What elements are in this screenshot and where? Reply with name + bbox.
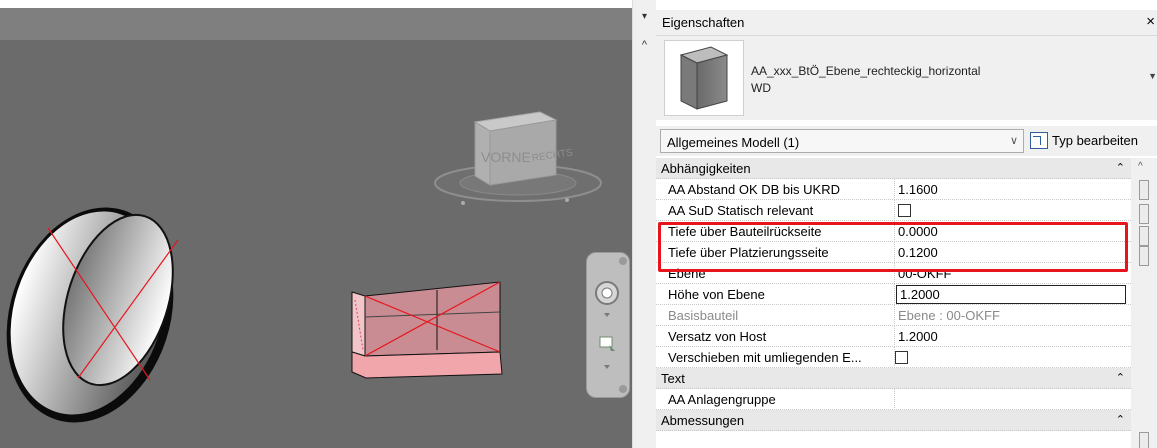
collapse-icon[interactable]: ⌃	[1116, 410, 1125, 431]
instance-filter-row: Allgemeines Modell (1) ∨ Typ bearbeiten	[656, 126, 1157, 156]
scroll-menu-icon[interactable]: ▾	[639, 12, 650, 22]
type-name: AA_xxx_BtÖ_Ebene_rechteckig_horizontal W…	[751, 63, 980, 97]
instance-filter-dropdown[interactable]: Allgemeines Modell (1) ∨	[660, 129, 1024, 153]
annotation-highlight-box	[658, 222, 1128, 272]
property-value[interactable]	[895, 200, 1131, 221]
scroll-thumb[interactable]	[1139, 432, 1149, 448]
group-header[interactable]: Abhängigkeiten ⌃	[656, 158, 1131, 179]
type-selector[interactable]: AA_xxx_BtÖ_Ebene_rechteckig_horizontal W…	[656, 36, 1157, 120]
property-row[interactable]: AA Abstand OK DB bis UKRD 1.1600	[656, 179, 1131, 200]
property-label: Höhe von Ebene	[656, 284, 895, 305]
collapse-icon[interactable]: ⌃	[1116, 368, 1125, 389]
3d-viewport[interactable]: VORNE RECHTS	[0, 0, 632, 448]
close-icon[interactable]: ×	[1146, 13, 1155, 30]
scroll-thumb[interactable]	[1139, 246, 1149, 266]
viewport-scrollbar[interactable]: ▾ ^	[632, 0, 656, 448]
scroll-thumb[interactable]	[1139, 180, 1149, 200]
chevron-down-icon[interactable]: ∨	[1010, 134, 1018, 147]
property-row[interactable]: Basisbauteil Ebene : 00-OKFF	[656, 305, 1131, 326]
collapse-icon[interactable]: ⌃	[1116, 158, 1125, 179]
scroll-thumb[interactable]	[1139, 226, 1149, 246]
group-label: Text	[661, 371, 685, 386]
property-label: AA Abstand OK DB bis UKRD	[656, 179, 895, 200]
property-label: Basisbauteil	[656, 305, 895, 326]
property-label: AA SuD Statisch relevant	[656, 200, 895, 221]
chevron-down-icon[interactable]	[604, 313, 610, 317]
settings-icon[interactable]	[619, 385, 627, 393]
zoom-window-icon[interactable]	[599, 336, 613, 348]
property-row[interactable]: Höhe von Ebene 1.2000	[656, 284, 1131, 305]
viewport-canvas[interactable]: VORNE RECHTS	[0, 0, 632, 448]
properties-scrollbar[interactable]: ^	[1131, 158, 1157, 448]
property-value[interactable]	[895, 389, 1131, 410]
property-value-editor[interactable]: 1.2000	[896, 285, 1126, 304]
navigation-bar[interactable]	[586, 252, 630, 398]
property-label: Versatz von Host	[656, 326, 895, 347]
group-header[interactable]: Text ⌃	[656, 368, 1131, 389]
properties-grid: Abhängigkeiten ⌃ AA Abstand OK DB bis UK…	[656, 158, 1157, 448]
chevron-down-icon[interactable]	[604, 365, 610, 369]
property-value[interactable]: 1.1600	[895, 179, 1131, 200]
checkbox[interactable]	[898, 204, 911, 218]
type-name-line2: WD	[751, 81, 771, 95]
checkbox[interactable]	[895, 351, 908, 365]
scroll-up-arrow-icon[interactable]: ^	[639, 40, 650, 51]
property-label: AA Anlagengruppe	[656, 389, 895, 410]
property-row[interactable]: Verschieben mit umliegenden E...	[656, 347, 1131, 368]
group-label: Abmessungen	[661, 413, 745, 428]
group-label: Abhängigkeiten	[661, 161, 751, 176]
property-value[interactable]: 1.2000	[895, 326, 1131, 347]
edit-type-label: Typ bearbeiten	[1052, 133, 1139, 148]
properties-title: Eigenschaften	[662, 15, 745, 30]
type-preview-image	[664, 40, 744, 116]
instance-filter-label: Allgemeines Modell (1)	[667, 135, 800, 150]
scroll-up-arrow-icon[interactable]: ^	[1138, 161, 1143, 172]
property-row[interactable]: AA SuD Statisch relevant	[656, 200, 1131, 221]
property-value: Ebene : 00-OKFF	[898, 308, 1000, 323]
properties-titlebar: Eigenschaften ×	[656, 10, 1157, 36]
property-row[interactable]: Versatz von Host 1.2000	[656, 326, 1131, 347]
property-value[interactable]	[895, 347, 1131, 368]
property-row[interactable]: AA Anlagengruppe	[656, 389, 1131, 410]
rectangular-opening-element[interactable]	[351, 281, 503, 379]
group-header[interactable]: Abmessungen ⌃	[656, 410, 1131, 431]
close-icon[interactable]	[619, 257, 627, 265]
edit-type-button[interactable]: Typ bearbeiten	[1028, 129, 1157, 153]
edit-type-icon	[1030, 132, 1048, 149]
type-dropdown-icon[interactable]: ▼	[1148, 71, 1157, 81]
property-label: Verschieben mit umliegenden E...	[656, 347, 895, 368]
scroll-thumb[interactable]	[1139, 204, 1149, 224]
viewcube-front-label[interactable]: VORNE	[481, 149, 531, 165]
type-name-line1: AA_xxx_BtÖ_Ebene_rechteckig_horizontal	[751, 64, 981, 78]
